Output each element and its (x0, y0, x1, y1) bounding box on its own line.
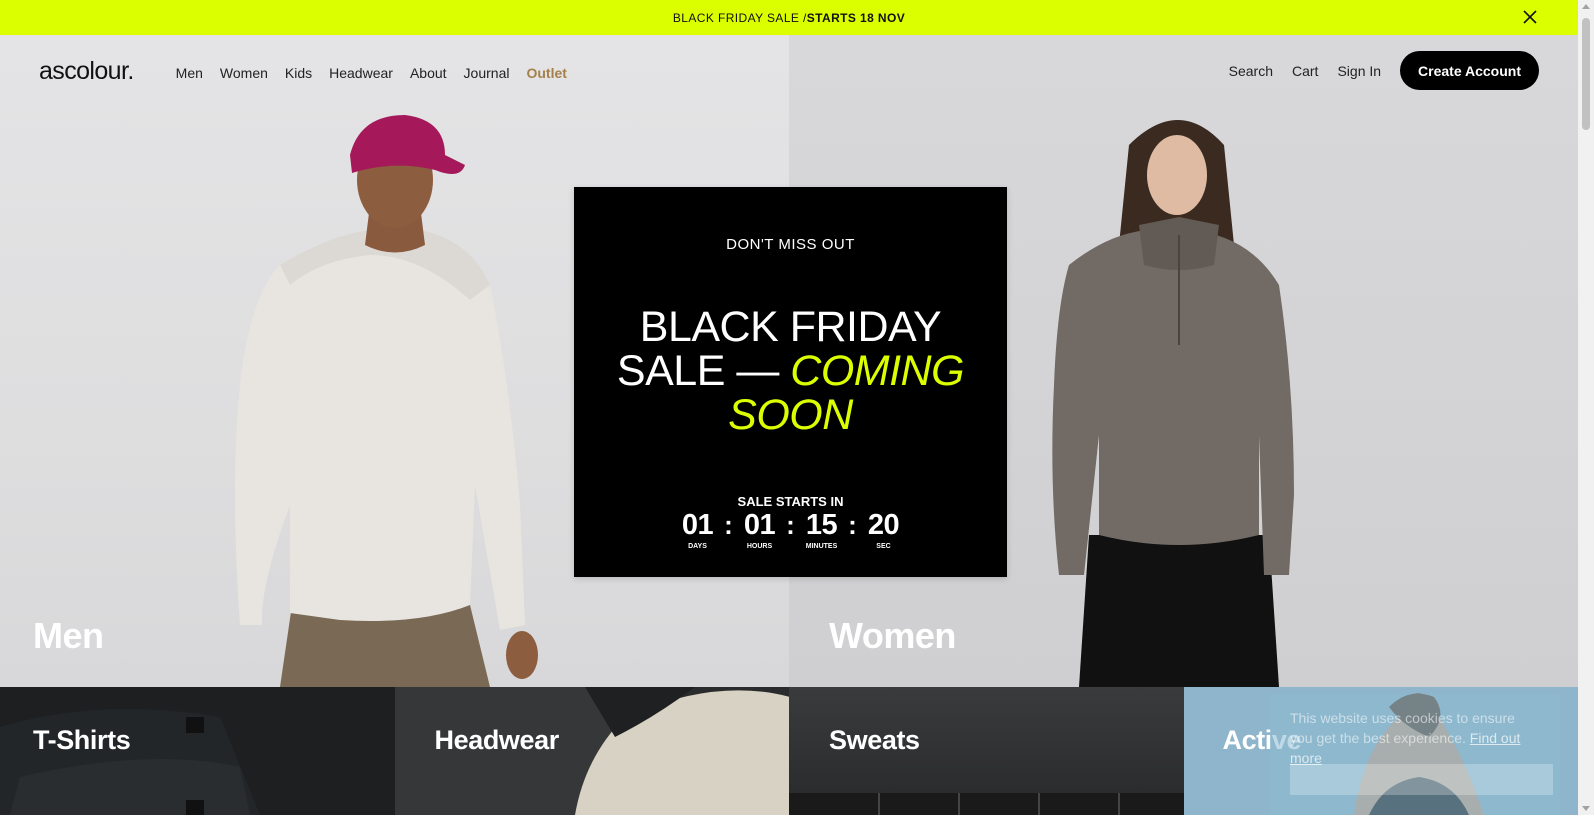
countdown-minutes-value: 15 (805, 509, 838, 541)
scroll-up-arrow-icon[interactable] (1582, 4, 1590, 9)
countdown-minutes-label: MINUTES (805, 543, 838, 550)
announcement-bar: BLACK FRIDAY SALE / STARTS 18 NOV (0, 0, 1578, 35)
countdown-hours-label: HOURS (746, 543, 773, 550)
create-account-button[interactable]: Create Account (1400, 51, 1539, 90)
tile-label-headwear[interactable]: Headwear (435, 725, 560, 756)
scroll-down-arrow-icon[interactable] (1582, 806, 1590, 811)
countdown-timer: 01 DAYS : 01 HOURS : 15 MINUTES : 20 SEC (574, 508, 1007, 550)
headline-line1: BLACK FRIDAY (639, 303, 942, 351)
tile-tshirts[interactable]: T-Shirts (0, 687, 395, 815)
countdown-seconds-value: 20 (867, 509, 900, 541)
sale-starts-label: SALE STARTS IN (737, 494, 844, 509)
tile-label-sweats[interactable]: Sweats (829, 725, 920, 756)
headline-accent-2: SOON (728, 391, 853, 439)
scrollbar-thumb[interactable] (1582, 18, 1590, 130)
countdown-seconds-label: SEC (876, 543, 891, 550)
hero-label-men[interactable]: Men (33, 615, 104, 657)
countdown-seconds: 20 SEC (862, 508, 906, 550)
cookie-accept-button[interactable] (1290, 764, 1553, 795)
countdown-separator: : (786, 510, 795, 540)
countdown-separator: : (848, 510, 857, 540)
headline-accent-1: COMING (790, 347, 965, 395)
announcement-text: BLACK FRIDAY SALE / (672, 10, 807, 25)
header-actions: Search Cart Sign In Create Account (1210, 51, 1539, 90)
countdown-hours-value: 01 (743, 509, 776, 541)
nav-about[interactable]: About (410, 65, 447, 81)
search-link[interactable]: Search (1229, 63, 1273, 79)
logo[interactable]: ascolour. (39, 57, 134, 86)
nav-journal[interactable]: Journal (464, 65, 510, 81)
tile-headwear[interactable]: Headwear (394, 687, 789, 815)
cart-link[interactable]: Cart (1292, 63, 1318, 79)
countdown-minutes: 15 MINUTES (800, 508, 844, 550)
countdown-separator: : (724, 510, 733, 540)
site-header: ascolour. Men Women Kids Headwear About … (0, 35, 1578, 110)
woman-photo (1052, 120, 1294, 687)
nav-kids[interactable]: Kids (285, 65, 312, 81)
cookie-notice: This website uses cookies to ensure you … (1270, 694, 1560, 815)
card-eyebrow: DON'T MISS OUT (726, 236, 855, 253)
close-icon[interactable] (1522, 9, 1538, 25)
man-photo (235, 115, 538, 687)
hero-label-women[interactable]: Women (829, 615, 956, 657)
headline-line2-prefix: SALE — (616, 347, 791, 395)
announcement-date: STARTS 18 NOV (806, 10, 906, 25)
countdown-days: 01 DAYS (676, 508, 720, 550)
countdown-days-value: 01 (681, 509, 714, 541)
countdown-hours: 01 HOURS (738, 508, 782, 550)
main-nav: Men Women Kids Headwear About Journal Ou… (176, 65, 584, 81)
nav-men[interactable]: Men (176, 65, 203, 81)
countdown-days-label: DAYS (688, 543, 707, 550)
nav-women[interactable]: Women (220, 65, 268, 81)
page-scrollbar[interactable] (1578, 0, 1594, 815)
sign-in-link[interactable]: Sign In (1337, 63, 1381, 79)
nav-headwear[interactable]: Headwear (329, 65, 393, 81)
card-headline: BLACK FRIDAY SALE — COMING SOON (574, 305, 1007, 437)
tile-sweats[interactable]: Sweats (789, 687, 1184, 815)
nav-outlet[interactable]: Outlet (526, 65, 566, 81)
tile-label-tshirts[interactable]: T-Shirts (33, 725, 131, 756)
black-friday-card[interactable]: DON'T MISS OUT BLACK FRIDAY SALE — COMIN… (574, 187, 1007, 577)
